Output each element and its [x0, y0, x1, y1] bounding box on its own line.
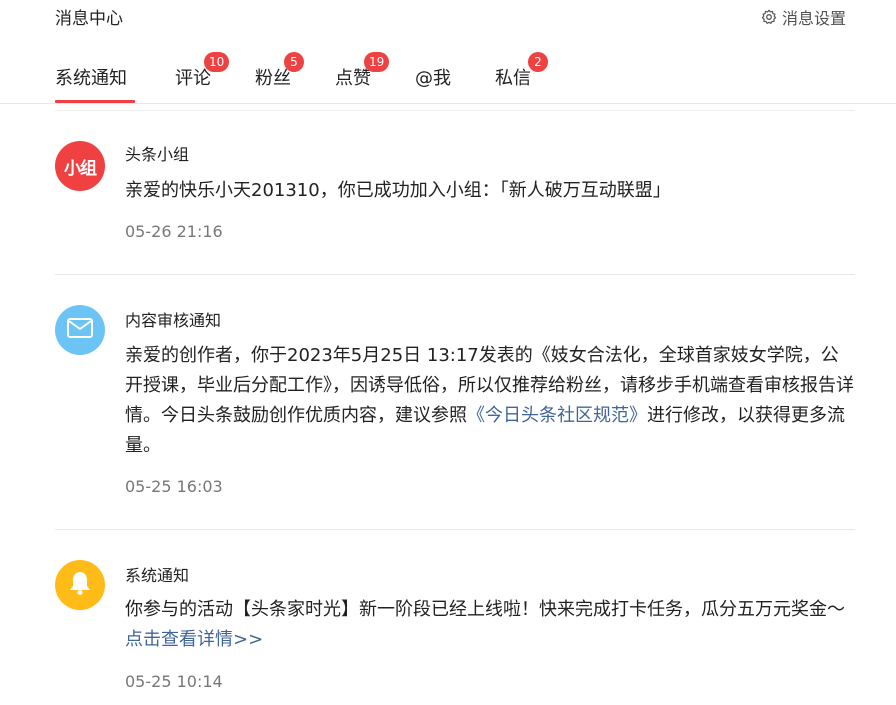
- tab-followers[interactable]: 粉丝 5: [255, 52, 304, 90]
- tab-label: 私信: [495, 68, 531, 89]
- active-tab-indicator: [55, 100, 135, 103]
- tab-system-notifications[interactable]: 系统通知: [55, 64, 127, 90]
- tab-likes[interactable]: 点赞 19: [335, 52, 390, 90]
- unread-badge: 2: [528, 52, 548, 72]
- divider: [55, 274, 855, 275]
- review-avatar[interactable]: [55, 305, 105, 355]
- message-body: 亲爱的创作者，你于2023年5月25日 13:17发表的《妓女合法化，全球首家妓…: [125, 341, 855, 461]
- page-title: 消息中心: [55, 9, 123, 29]
- community-guidelines-link[interactable]: 《今日头条社区规范》: [467, 405, 647, 426]
- message-text: 你参与的活动【头条家时光】新一阶段已经上线啦！快来完成打卡任务，瓜分五万元奖金～: [125, 599, 845, 620]
- unread-badge: 19: [364, 52, 390, 72]
- page-header: 消息中心 消息设置: [0, 0, 896, 32]
- settings-label: 消息设置: [782, 9, 847, 28]
- message-time: 05-25 10:14: [125, 672, 223, 691]
- message-time: 05-26 21:16: [125, 222, 223, 241]
- tab-private-messages[interactable]: 私信 2: [495, 52, 548, 90]
- message-sender[interactable]: 系统通知: [125, 562, 189, 586]
- tab-label: 系统通知: [55, 68, 127, 89]
- gear-icon: [761, 9, 777, 25]
- system-avatar[interactable]: [55, 560, 105, 610]
- unread-badge: 5: [284, 52, 304, 72]
- bell-icon: [68, 570, 92, 600]
- tab-label: 评论: [175, 68, 211, 89]
- divider: [55, 529, 855, 530]
- message-body: 你参与的活动【头条家时光】新一阶段已经上线啦！快来完成打卡任务，瓜分五万元奖金～…: [125, 595, 855, 655]
- message-body: 亲爱的快乐小天201310，你已成功加入小组：「新人破万互动联盟」: [125, 180, 671, 201]
- message-settings-link[interactable]: 消息设置: [761, 5, 846, 29]
- group-avatar[interactable]: 小组: [55, 141, 105, 191]
- tab-mentions[interactable]: @我: [415, 64, 451, 90]
- unread-badge: 10: [204, 52, 230, 72]
- message-sender[interactable]: 头条小组: [125, 141, 189, 165]
- tab-comments[interactable]: 评论 10: [175, 52, 230, 90]
- mail-icon: [67, 318, 93, 342]
- avatar-label: 小组: [64, 158, 97, 179]
- tab-bar: 系统通知 评论 10 粉丝 5 点赞 19 @我 私信 2: [0, 52, 896, 104]
- tab-label: @我: [415, 68, 451, 89]
- message-sender[interactable]: 内容审核通知: [125, 307, 221, 331]
- view-details-link[interactable]: 点击查看详情>>: [125, 629, 263, 650]
- tab-label: 粉丝: [255, 68, 291, 89]
- message-time: 05-25 16:03: [125, 477, 223, 496]
- tab-label: 点赞: [335, 68, 371, 89]
- divider: [55, 110, 855, 111]
